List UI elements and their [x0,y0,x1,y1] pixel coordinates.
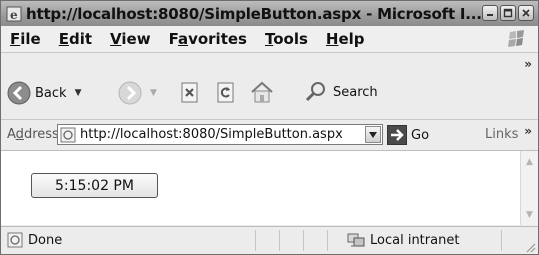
status-divider [501,230,502,251]
status-bar: Done Local intranet [1,226,538,254]
address-input[interactable]: http://localhost:8080/SimpleButton.aspx [57,124,383,145]
back-button[interactable]: Back ▼ [7,81,81,105]
menu-view[interactable]: View [110,30,151,48]
status-divider [279,230,280,251]
menu-edit[interactable]: Edit [59,30,92,48]
zone-text: Local intranet [370,232,460,248]
security-zone[interactable]: Local intranet [347,232,459,248]
menu-favorites-label: vorites [188,30,247,48]
vertical-scrollbar[interactable]: ▲ ▼ [520,151,538,225]
links-overflow-chevron[interactable]: » [524,124,532,138]
menu-tools-accel: T [264,30,274,48]
menu-favorites-pre: F [168,30,178,48]
refresh-button[interactable] [215,81,237,105]
menu-file-accel: F [10,30,21,48]
address-label: Address [7,127,59,142]
menu-edit-label: dit [68,30,93,48]
menu-file[interactable]: File [10,30,41,48]
menu-bar: File Edit View Favorites Tools Help [1,26,538,53]
status-divider [255,230,256,251]
go-label: Go [411,127,430,143]
address-url: http://localhost:8080/SimpleButton.aspx [80,127,343,142]
search-label: Search [333,84,378,100]
toolbar-overflow-chevron[interactable]: » [524,57,532,71]
refresh-icon [217,82,234,103]
address-dropdown-button[interactable] [365,126,381,143]
menu-edit-accel: E [58,30,69,48]
stop-icon [181,82,198,103]
close-button[interactable] [518,5,534,21]
address-bar: Address http://localhost:8080/SimpleButt… [1,120,538,151]
address-label-accel: d [15,127,24,142]
window-title: http://localhost:8080/SimpleButton.aspx … [26,4,482,23]
home-button[interactable] [249,79,275,105]
done-page-icon [7,232,23,248]
time-button[interactable]: 5:15:02 PM [31,173,158,198]
menu-view-label: iew [121,30,151,48]
title-bar[interactable]: e http://localhost:8080/SimpleButton.asp… [1,1,538,26]
status-divider [303,230,304,251]
status-text: Done [28,232,63,248]
search-button[interactable]: Search [304,80,378,104]
home-icon [251,81,273,103]
windows-logo-icon [508,30,524,47]
address-label-pre: A [7,127,16,142]
menu-favorites-accel: a [177,30,189,48]
menu-help[interactable]: Help [326,30,365,48]
menu-help-label: elp [338,30,365,48]
links-label[interactable]: Links [485,127,518,142]
browser-window: e http://localhost:8080/SimpleButton.asp… [0,0,539,255]
menu-tools-label: ools [273,30,308,48]
stop-button[interactable] [179,81,201,105]
menu-file-label: ile [20,30,41,48]
address-label-rest: dress [23,127,59,142]
menu-favorites[interactable]: Favorites [169,30,247,48]
ie-icon: e [6,6,22,22]
intranet-icon [347,233,365,247]
menu-view-accel: V [110,30,122,48]
back-label: Back [35,85,67,101]
forward-button[interactable]: ▼ [118,81,157,105]
scroll-up-icon[interactable]: ▲ [522,154,537,169]
menu-tools[interactable]: Tools [265,30,308,48]
close-icon [522,9,530,17]
go-arrow-icon [387,125,407,145]
back-dropdown-icon[interactable]: ▼ [75,88,82,98]
resize-grip-icon[interactable] [524,241,536,253]
menu-help-accel: H [325,30,339,48]
maximize-button[interactable] [500,5,516,21]
forward-dropdown-icon[interactable]: ▼ [150,88,157,98]
standard-toolbar: Back ▼ ▼ Search » [1,53,538,120]
svg-text:e: e [10,8,18,22]
chevron-down-icon [369,131,377,138]
minimize-icon [487,14,493,16]
status-divider [327,230,328,251]
forward-arrow-icon [118,81,142,105]
page-content: 5:15:02 PM [1,151,520,225]
minimize-button[interactable] [482,5,498,21]
maximize-icon [503,8,513,18]
window-controls [482,5,534,21]
scroll-down-icon[interactable]: ▼ [522,207,537,222]
go-button[interactable]: Go [387,125,429,145]
status-main: Done [7,232,62,248]
back-arrow-icon [7,81,31,105]
page-icon [60,127,76,142]
search-icon [305,82,325,102]
